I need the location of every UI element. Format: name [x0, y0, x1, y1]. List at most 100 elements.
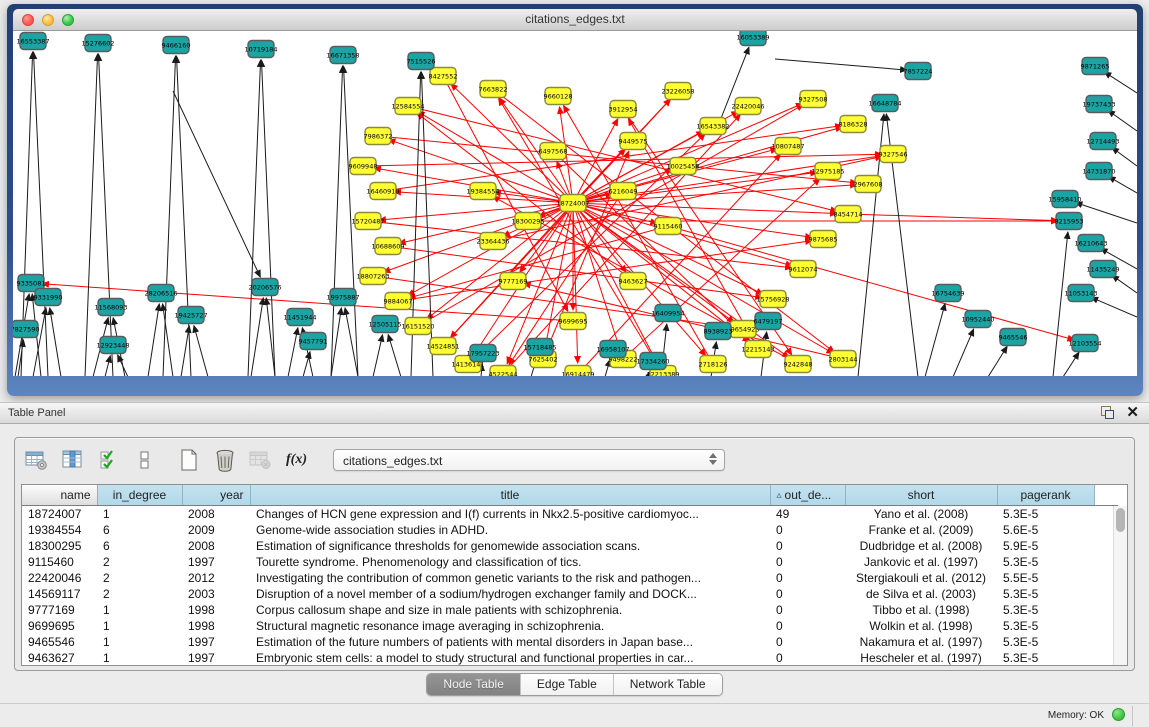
graph-node[interactable]: 9699695: [559, 313, 588, 330]
tab-edge-table[interactable]: Edge Table: [521, 674, 614, 695]
graph-node[interactable]: 22420046: [731, 98, 764, 115]
table-cell[interactable]: 5.3E-5: [997, 586, 1094, 602]
network-window[interactable]: citations_edges.txt 18724007842755212584…: [7, 4, 1143, 396]
graph-node[interactable]: 11451944: [283, 309, 316, 326]
graph-node[interactable]: 9327508: [799, 91, 828, 108]
graph-node[interactable]: 6479197: [754, 313, 783, 330]
table-cell[interactable]: 9465546: [22, 634, 97, 650]
graph-edge[interactable]: [50, 308, 61, 376]
graph-node[interactable]: 2967608: [854, 176, 883, 193]
graph-node[interactable]: 12714493: [1086, 133, 1119, 150]
table-cell[interactable]: 0: [770, 522, 845, 538]
table-cell[interactable]: 2009: [182, 522, 250, 538]
table-row[interactable]: 1830029562008Estimation of significance …: [22, 538, 1118, 554]
table-row[interactable]: 1456911722003Disruption of a novel membe…: [22, 586, 1118, 602]
graph-node[interactable]: 16210643: [1074, 235, 1107, 252]
graph-node[interactable]: 16460910: [366, 183, 399, 200]
column-header-name[interactable]: name: [22, 485, 97, 505]
table-cell[interactable]: 9699695: [22, 618, 97, 634]
graph-node[interactable]: 18724007: [556, 195, 589, 212]
column-header-indegree[interactable]: in_degree: [97, 485, 182, 505]
float-window-icon[interactable]: [1101, 406, 1114, 419]
graph-edge[interactable]: [1063, 352, 1079, 376]
graph-node[interactable]: 14731870: [1082, 163, 1115, 180]
graph-node[interactable]: 7857224: [904, 63, 933, 80]
graph-edge[interactable]: [1112, 275, 1137, 293]
table-cell[interactable]: 5.3E-5: [997, 618, 1094, 634]
graph-node[interactable]: 9777169: [499, 273, 528, 290]
graph-node[interactable]: 12505115: [368, 316, 401, 333]
table-cell[interactable]: 0: [770, 650, 845, 666]
table-row[interactable]: 1872400712008Changes of HCN gene express…: [22, 505, 1118, 522]
graph-edge[interactable]: [388, 335, 401, 376]
graph-node[interactable]: 12923448: [96, 337, 129, 354]
graph-node[interactable]: 17334260: [636, 353, 669, 370]
graph-node[interactable]: 8938923: [704, 323, 733, 340]
table-cell[interactable]: de Silva et al. (2003): [845, 586, 997, 602]
table-cell[interactable]: Stergiakouli et al. (2012): [845, 570, 997, 586]
table-row[interactable]: 946554611997Estimation of the future num…: [22, 634, 1118, 650]
graph-edge[interactable]: [775, 59, 907, 70]
table-cell[interactable]: 2012: [182, 570, 250, 586]
table-cell[interactable]: 9463627: [22, 650, 97, 666]
graph-node[interactable]: 15720487: [351, 213, 384, 230]
table-cell[interactable]: 5.3E-5: [997, 602, 1094, 618]
graph-edge[interactable]: [303, 352, 310, 376]
graph-node[interactable]: 19737433: [1082, 96, 1115, 113]
graph-edge[interactable]: [1075, 202, 1137, 223]
graph-node[interactable]: 9242848: [784, 356, 813, 373]
graph-node[interactable]: 9465546: [999, 329, 1028, 346]
graph-node[interactable]: 8215953: [1055, 213, 1084, 230]
hide-columns-icon[interactable]: [131, 447, 158, 473]
table-cell[interactable]: 6: [97, 522, 182, 538]
column-header-short[interactable]: short: [845, 485, 997, 505]
graph-node[interactable]: 12584554: [391, 98, 424, 115]
column-header-title[interactable]: title: [250, 485, 770, 505]
delete-table-icon[interactable]: [211, 447, 238, 473]
table-cell[interactable]: Structural magnetic resonance image aver…: [250, 618, 770, 634]
column-header-pagerank[interactable]: pagerank: [997, 485, 1094, 505]
table-cell[interactable]: 1: [97, 650, 182, 666]
function-builder-icon[interactable]: f(x): [283, 447, 310, 473]
graph-node[interactable]: 9884067: [384, 293, 413, 310]
table-cell[interactable]: 14569117: [22, 586, 97, 602]
table-cell[interactable]: 5.3E-5: [997, 634, 1094, 650]
graph-node[interactable]: 19384554: [466, 183, 499, 200]
table-row[interactable]: 946362711997Embryonic stem cells: a mode…: [22, 650, 1118, 666]
table-cell[interactable]: 6: [97, 538, 182, 554]
table-cell[interactable]: 9777169: [22, 602, 97, 618]
table-cell[interactable]: 5.5E-5: [997, 570, 1094, 586]
graph-edge[interactable]: [261, 60, 275, 376]
graph-node[interactable]: 4522544: [489, 366, 518, 377]
graph-node[interactable]: 8186328: [839, 116, 868, 133]
graph-edge[interactable]: [628, 119, 758, 349]
graph-edge[interactable]: [1104, 72, 1137, 93]
table-settings-icon[interactable]: [23, 447, 50, 473]
table-selector-dropdown[interactable]: citations_edges.txt: [333, 449, 725, 471]
graph-node[interactable]: 7515526: [407, 53, 436, 70]
graph-edge[interactable]: [173, 91, 260, 277]
graph-node[interactable]: 16053389: [736, 31, 769, 46]
graph-node[interactable]: 7663822: [479, 81, 508, 98]
graph-node[interactable]: 15276602: [81, 35, 114, 52]
table-cell[interactable]: 0: [770, 602, 845, 618]
table-cell[interactable]: 19384554: [22, 522, 97, 538]
graph-node[interactable]: 14524851: [426, 338, 459, 355]
graph-edge[interactable]: [1091, 297, 1137, 317]
graph-node[interactable]: 23364436: [476, 233, 509, 250]
table-cell[interactable]: 1: [97, 634, 182, 650]
graph-node[interactable]: 16958107: [596, 341, 629, 358]
graph-node[interactable]: 23226058: [661, 83, 694, 100]
table-cell[interactable]: 18300295: [22, 538, 97, 554]
graph-node[interactable]: 8454714: [834, 206, 863, 223]
graph-edge[interactable]: [1112, 148, 1137, 166]
graph-edge[interactable]: [1108, 110, 1137, 131]
table-cell[interactable]: 1: [97, 505, 182, 522]
column-header-outde[interactable]: ▵out_de...: [770, 485, 845, 505]
graph-edge[interactable]: [373, 335, 383, 376]
table-cell[interactable]: 2: [97, 554, 182, 570]
table-cell[interactable]: Hescheler et al. (1997): [845, 650, 997, 666]
table-cell[interactable]: Changes of HCN gene expression and I(f) …: [250, 505, 770, 522]
graph-node[interactable]: 9612074: [789, 261, 818, 278]
table-cell[interactable]: Dudbridge et al. (2008): [845, 538, 997, 554]
